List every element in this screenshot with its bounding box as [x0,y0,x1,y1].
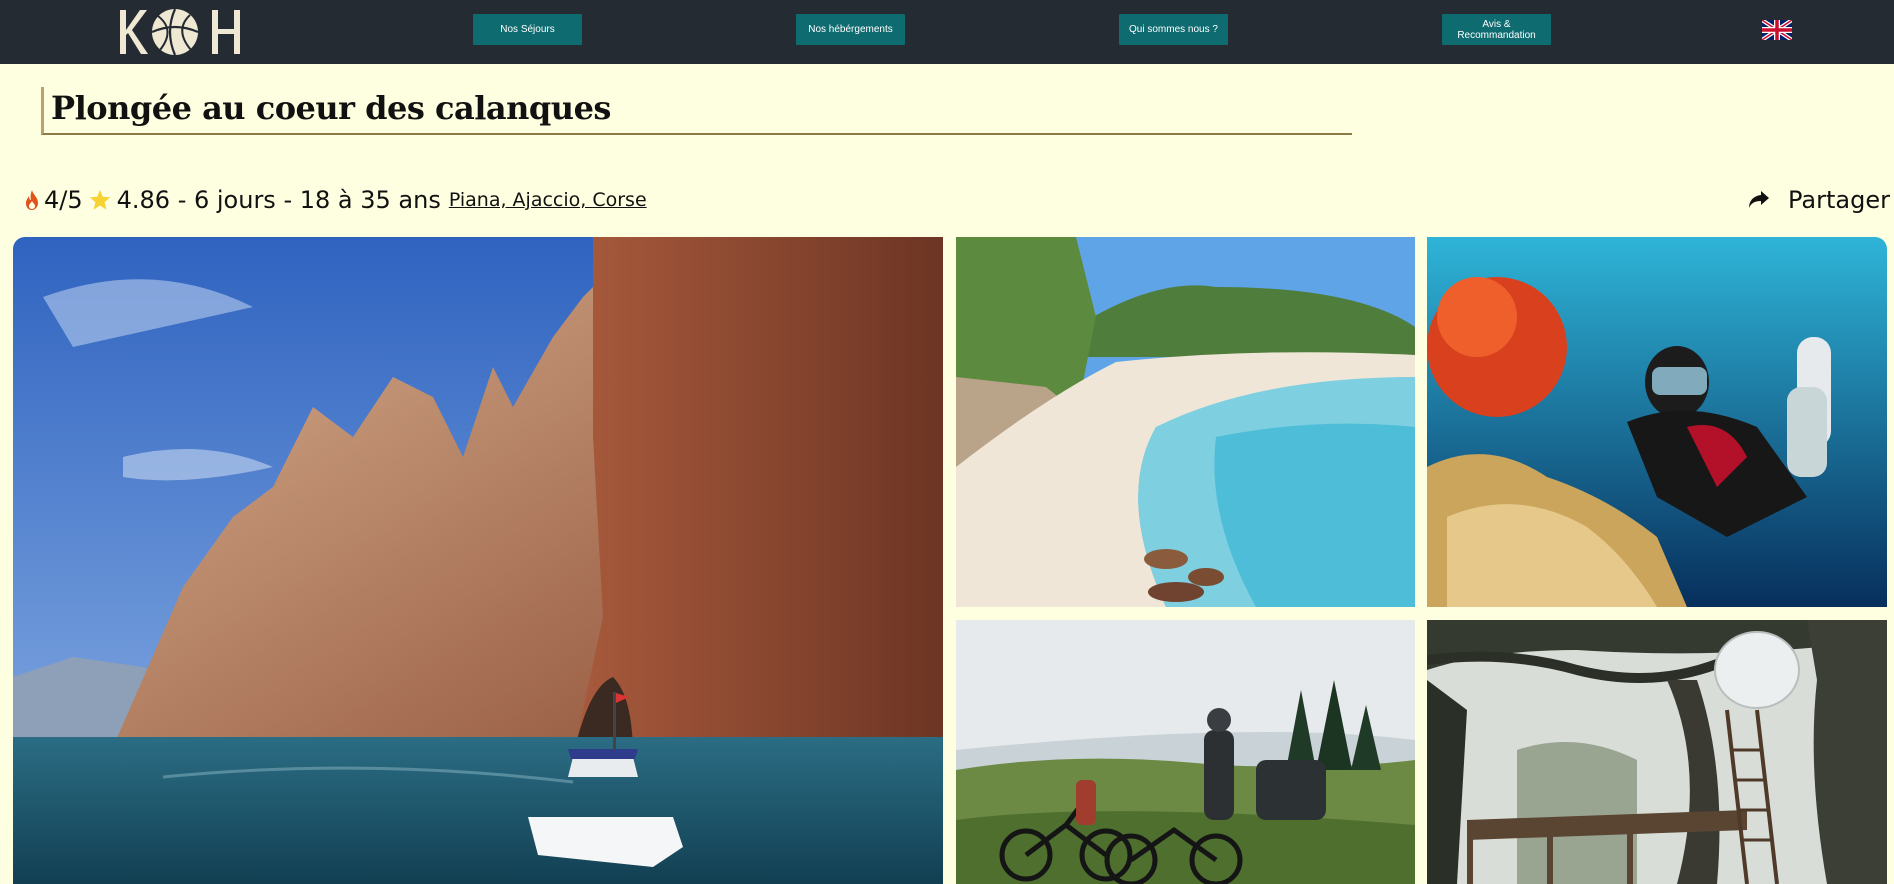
location-link[interactable]: Piana, Ajaccio, Corse [449,189,647,211]
uk-flag-icon[interactable] [1760,18,1794,42]
trip-info-row: 4/5 4.86 - 6 jours - 18 à 35 ans Piana, … [24,183,647,217]
difficulty-score: 4/5 [44,186,83,214]
page-title: Plongée au coeur des calanques [51,89,611,127]
share-label: Partager [1788,186,1890,214]
rocky-cliffs-boat-photo[interactable] [13,237,943,884]
flame-icon [26,190,38,210]
star-icon [89,189,110,210]
nav-nos-hebergements[interactable]: Nos hébérgements [796,14,905,45]
nav-qui-sommes-nous[interactable]: Qui sommes nous ? [1119,14,1228,45]
mountain-bikers-photo[interactable] [956,620,1415,884]
tree-house-photo[interactable] [1427,620,1887,884]
share-button[interactable]: Partager [1748,183,1890,217]
trip-summary: 4.86 - 6 jours - 18 à 35 ans [116,186,441,214]
title-block: Plongée au coeur des calanques [41,87,1352,135]
top-navbar: Nos Séjours Nos hébérgements Qui sommes … [0,0,1894,64]
koh-logo[interactable] [118,6,248,58]
nav-nos-sejours[interactable]: Nos Séjours [473,14,582,45]
share-icon [1749,191,1769,208]
scuba-diver-photo[interactable] [1427,237,1887,607]
beach-photo[interactable] [956,237,1415,607]
nav-avis-recommandation[interactable]: Avis & Recommandation [1442,14,1551,45]
